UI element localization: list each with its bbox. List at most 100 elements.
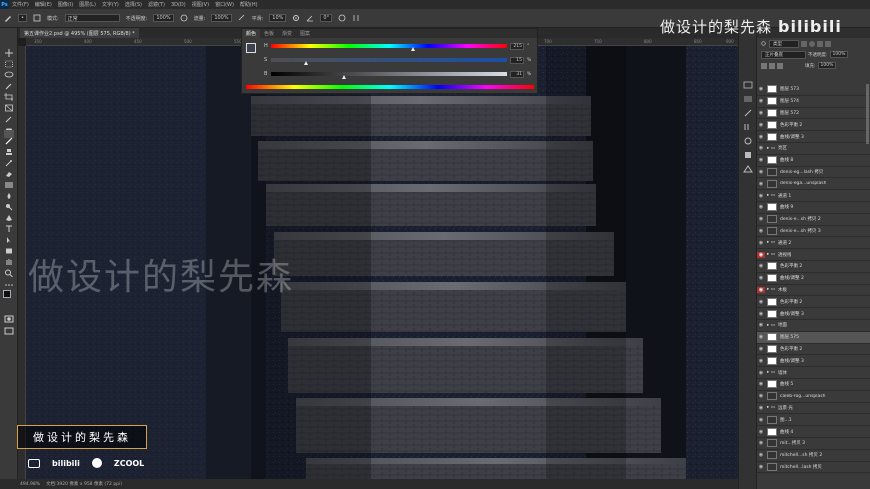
layer-row[interactable]: ◉ 图...1 [757,414,870,427]
visibility-eye-icon[interactable]: ◉ [757,405,765,411]
layer-row[interactable]: ◉ denis-e...sh 拷贝 2 [757,214,870,226]
path-select-tool-icon[interactable] [4,229,14,243]
visibility-eye-icon[interactable]: ◉ [757,251,765,258]
quick-select-tool-icon[interactable] [4,75,14,90]
pen-tool-icon[interactable] [4,207,14,221]
filter-adjust-icon[interactable] [809,40,815,47]
folder-icon[interactable]: ▸ ▭ [767,146,775,151]
layer-row[interactable]: ◉ ▸ ▭ 木板 [757,285,870,297]
layer-thumbnail[interactable] [767,356,777,365]
visibility-eye-icon[interactable]: ◉ [757,145,765,151]
folder-icon[interactable]: ▸ ▭ [767,323,775,328]
quick-mask-icon[interactable] [4,308,14,323]
hue-slider-knob[interactable] [410,47,415,51]
color-swatch-pair[interactable] [3,290,15,302]
layer-row[interactable]: ◉ mit...拷贝 3 [757,438,870,450]
visibility-eye-icon[interactable]: ◉ [757,86,765,92]
brush-size-picker[interactable]: • [18,14,27,22]
crop-tool-icon[interactable] [4,86,14,101]
color-ramp[interactable] [246,85,534,89]
visibility-eye-icon[interactable]: ◉ [757,464,765,470]
visibility-eye-icon[interactable]: ◉ [757,169,765,175]
visibility-eye-icon[interactable]: ◉ [757,193,765,199]
visibility-eye-icon[interactable]: ◉ [757,181,765,187]
smooth-field[interactable]: 10% [269,14,287,22]
layer-row[interactable]: ◉ denis-e...sh 拷贝 3 [757,226,870,238]
lock-position-icon[interactable] [769,62,775,69]
visibility-eye-icon[interactable]: ◉ [757,134,765,140]
layer-row[interactable]: ◉ 图层 575 [757,331,870,344]
layer-row[interactable]: ◉ denis-ega...unsplash [757,178,870,191]
layer-filter-select[interactable]: 类型 [769,39,799,48]
hand-tool-icon[interactable] [4,251,14,265]
layer-row[interactable]: ◉ ▸ ▭ 通道 1 [757,190,870,202]
layer-thumbnail[interactable] [767,156,777,165]
properties-panel-icon[interactable] [743,88,753,102]
mode-select[interactable]: 正常 [64,14,120,22]
layer-thumbnail[interactable] [767,380,777,389]
layer-row[interactable]: ◉ 色彩平衡 2 [757,344,870,356]
layer-row[interactable]: ◉ caleb-rog...unsplash [757,391,870,403]
folder-icon[interactable]: ▸ ▭ [767,287,775,292]
layer-thumbnail[interactable] [767,97,777,106]
layer-thumbnail[interactable] [767,333,777,342]
layer-row[interactable]: ◉ ▸ ▭ 通道 2 [757,237,870,250]
tab-swatches[interactable]: 色板 [260,29,278,38]
layer-row[interactable]: ◉ ▸ ▭ 地面 [757,320,870,332]
layer-row[interactable]: ◉ mitchell...sh 拷贝 2 [757,450,870,462]
layer-row[interactable]: ◉ ▸ ▭ 墙体 [757,367,870,379]
visibility-eye-icon[interactable]: ◉ [757,204,765,210]
layer-thumbnail[interactable] [767,392,777,401]
menu-edit[interactable]: 编辑(E) [32,1,55,8]
angle-field[interactable]: 0° [320,14,333,22]
layer-row[interactable]: ◉ 曲线 9 [757,202,870,214]
layer-row[interactable]: ◉ 色彩平衡 2 [757,119,870,132]
brushes-panel-icon[interactable] [743,102,753,117]
layer-row[interactable]: ◉ ▸ ▭ 亮区 [757,143,870,155]
layer-thumbnail[interactable] [767,203,777,212]
document-info[interactable]: 文档:3920 像素 x 958 像素 (72 ppi) [46,481,122,487]
layer-row[interactable]: ◉ 曲线 8 [757,155,870,167]
lasso-tool-icon[interactable] [4,64,14,78]
menu-type[interactable]: 文字(Y) [99,1,122,8]
airbrush-icon[interactable] [238,14,246,22]
layer-row[interactable]: ◉ 曲线/调整 3 [757,355,870,368]
layer-row[interactable]: ◉ 图层 573 [757,84,870,96]
visibility-eye-icon[interactable]: ◉ [757,228,765,234]
visibility-eye-icon[interactable]: ◉ [757,240,765,246]
screen-mode-icon[interactable] [4,320,14,335]
gear-icon[interactable] [292,14,300,22]
layer-thumbnail[interactable] [767,132,777,141]
brush-tool-icon[interactable] [4,130,14,145]
folder-icon[interactable]: ▸ ▭ [767,370,775,375]
visibility-eye-icon[interactable]: ◉ [757,299,765,305]
layer-row[interactable]: ◉ 图层 574 [757,96,870,108]
layers-scrollbar[interactable] [866,84,869,144]
zoom-tool-icon[interactable] [4,262,14,278]
menu-view[interactable]: 视图(V) [189,1,212,8]
folder-icon[interactable]: ▸ ▭ [767,240,775,245]
dodge-tool-icon[interactable] [4,196,14,211]
layer-row[interactable]: ◉ 色彩平衡 2 [757,296,870,309]
layer-thumbnail[interactable] [767,120,777,129]
layer-row[interactable]: ◉ 图层 572 [757,108,870,120]
layer-thumbnail[interactable] [767,427,777,436]
pressure-size-icon[interactable] [338,14,346,22]
saturation-value[interactable]: 15 [510,56,524,64]
pressure-opacity-icon[interactable] [180,14,188,22]
paragraph-panel-icon[interactable] [743,116,753,130]
layer-row[interactable]: ◉ ▸ ▭ 透视线 [757,249,870,261]
layer-row[interactable]: ◉ 曲线 4 [757,426,870,438]
history-panel-icon[interactable] [743,74,753,89]
visibility-eye-icon[interactable]: ◉ [757,216,765,222]
visibility-eye-icon[interactable]: ◉ [757,452,765,458]
layer-thumbnail[interactable] [767,167,777,176]
folder-icon[interactable]: ▸ ▭ [767,193,775,198]
menu-window[interactable]: 窗口(W) [212,1,237,8]
menu-help[interactable]: 帮助(H) [237,1,261,8]
visibility-eye-icon[interactable]: ◉ [757,322,765,328]
symmetry-icon[interactable] [352,14,360,22]
eyedropper-tool-icon[interactable] [4,108,14,123]
layer-thumbnail[interactable] [767,85,777,94]
layer-thumbnail[interactable] [767,215,777,224]
